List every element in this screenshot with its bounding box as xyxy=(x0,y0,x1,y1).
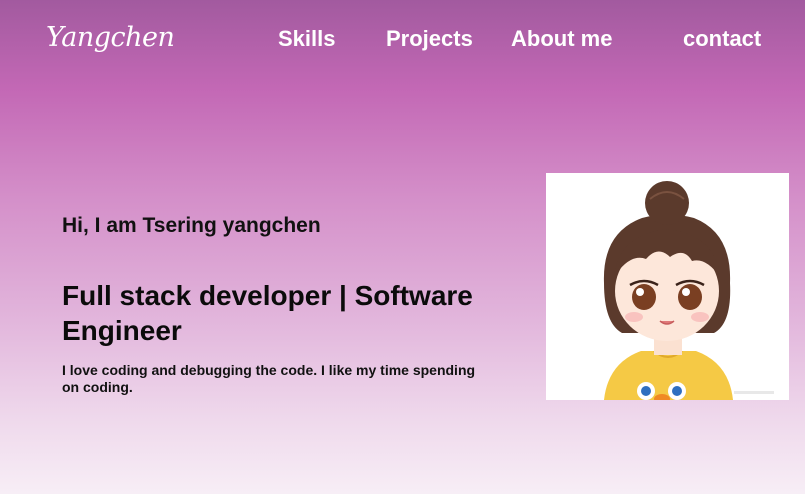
greeting-text: Hi, I am Tsering yangchen xyxy=(62,214,321,237)
headline: Full stack developer | Software Engineer xyxy=(62,280,473,346)
nav-skills[interactable]: Skills xyxy=(278,26,335,52)
nav-contact[interactable]: contact xyxy=(683,26,761,52)
nav-about-me[interactable]: About me xyxy=(511,26,612,52)
nav-projects[interactable]: Projects xyxy=(386,26,473,52)
avatar-image xyxy=(546,173,789,400)
bio-text: I love coding and debugging the code. I … xyxy=(62,362,476,395)
cartoon-girl-avatar-icon xyxy=(546,173,789,400)
logo[interactable]: Yangchen xyxy=(46,22,175,53)
